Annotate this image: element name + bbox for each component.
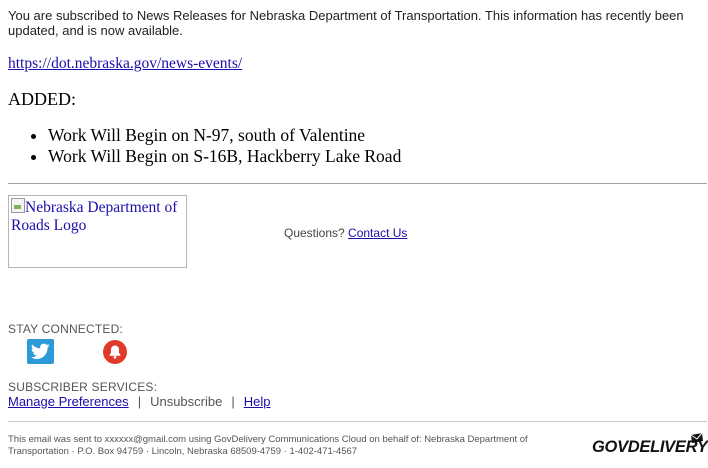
- news-list: Work Will Begin on N-97, south of Valent…: [8, 125, 401, 167]
- envelope-icon: [690, 432, 703, 443]
- broken-image-icon: [11, 198, 25, 213]
- questions-label: Questions?: [284, 226, 345, 240]
- separator: |: [137, 394, 142, 409]
- footer-text: This email was sent to xxxxxx@gmail.com …: [8, 434, 528, 457]
- logo-alt-text: Nebraska Department of Roads Logo: [11, 199, 178, 234]
- news-events-link[interactable]: https://dot.nebraska.gov/news-events/: [8, 55, 242, 73]
- intro-text: You are subscribed to News Releases for …: [8, 8, 684, 38]
- questions-line: Questions? Contact Us: [284, 226, 407, 240]
- govdelivery-logo[interactable]: GOVDELIVERY: [592, 432, 708, 460]
- list-item: Work Will Begin on S-16B, Hackberry Lake…: [48, 146, 401, 167]
- nebraska-logo-image[interactable]: Nebraska Department of Roads Logo: [8, 195, 187, 268]
- twitter-icon[interactable]: [27, 339, 54, 364]
- divider: [8, 183, 707, 184]
- help-link[interactable]: Help: [244, 394, 271, 409]
- unsubscribe-link[interactable]: Unsubscribe: [150, 394, 222, 409]
- stay-connected-label: STAY CONNECTED:: [8, 322, 124, 336]
- subscriber-services-label: SUBSCRIBER SERVICES:: [8, 380, 158, 394]
- subscriber-links: Manage Preferences | Unsubscribe | Help: [8, 394, 270, 409]
- alert-bell-icon[interactable]: [103, 340, 127, 364]
- separator: |: [231, 394, 235, 409]
- contact-us-link[interactable]: Contact Us: [348, 226, 407, 240]
- added-heading: ADDED:: [8, 89, 76, 109]
- divider: [8, 421, 707, 422]
- list-item: Work Will Begin on N-97, south of Valent…: [48, 125, 401, 146]
- manage-preferences-link[interactable]: Manage Preferences: [8, 394, 129, 409]
